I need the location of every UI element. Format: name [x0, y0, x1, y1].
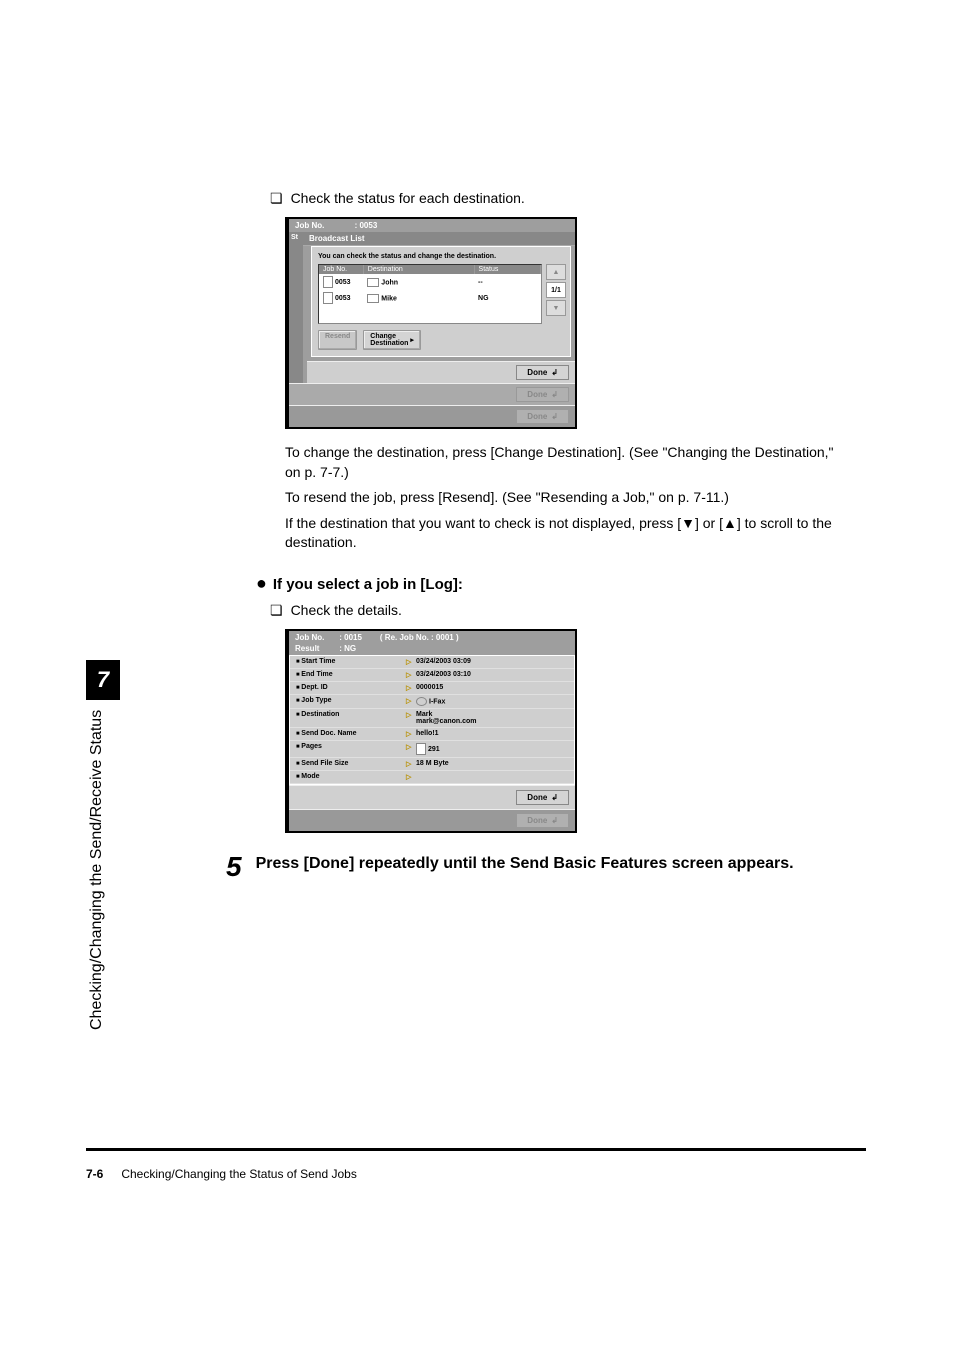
- detail-row: End Time▷03/24/2003 03:10: [290, 669, 574, 682]
- change-destination-button[interactable]: Change Destination▸: [363, 330, 421, 350]
- triangle-right-icon: ▷: [406, 760, 416, 768]
- detail-row: Destination▷Mark mark@canon.com: [290, 709, 574, 728]
- detail-key: Dept. ID: [296, 684, 406, 691]
- detail-row: Job Type▷I-Fax: [290, 695, 574, 709]
- envelope-icon: [367, 278, 379, 287]
- detail-row: Send Doc. Name▷hello!1: [290, 728, 574, 741]
- done-button-dim: Done↲: [516, 387, 569, 402]
- para-resend: To resend the job, press [Resend]. (See …: [285, 488, 840, 508]
- bullet-check-status: ❏ Check the status for each destination.: [140, 190, 840, 207]
- hdr-job-label: Job No.: [295, 633, 337, 642]
- detail-value: I-Fax: [416, 697, 568, 706]
- triangle-right-icon: ▷: [406, 711, 416, 719]
- triangle-right-icon: ▷: [406, 671, 416, 679]
- detail-key: End Time: [296, 671, 406, 678]
- hdr-result-value: : NG: [339, 644, 356, 653]
- ss1-jobno-label: Job No.: [295, 221, 324, 230]
- ifax-icon: [416, 697, 427, 706]
- return-icon: ↲: [551, 793, 558, 802]
- scroll-down-button[interactable]: ▼: [546, 300, 566, 316]
- job-details-screenshot: Job No. : 0015 ( Re. Job No. : 0001 ) Re…: [285, 629, 840, 833]
- hdr-job-value: : 0015: [339, 633, 362, 642]
- detail-value: 0000015: [416, 684, 568, 691]
- triangle-right-icon: ▷: [406, 743, 416, 751]
- detail-key: Pages: [296, 743, 406, 750]
- broadcast-list-screenshot: Job No. : 0053 St Broadcast List You can…: [285, 217, 840, 429]
- detail-row: Send File Size▷18 M Byte: [290, 758, 574, 771]
- square-bullet-icon: ❏: [270, 190, 283, 207]
- col-jobno: Job No.: [319, 265, 363, 274]
- square-bullet-icon: ❏: [270, 602, 283, 619]
- footer-title: Checking/Changing the Status of Send Job…: [121, 1167, 357, 1181]
- scroll-counter: 1/1: [546, 282, 566, 298]
- triangle-right-icon: ▷: [406, 730, 416, 738]
- col-destination: Destination: [363, 265, 474, 274]
- bullet-text: Check the details.: [291, 602, 402, 618]
- para-change-destination: To change the destination, press [Change…: [285, 443, 840, 482]
- ss1-table: Job No. Destination Status 0053 John --: [318, 264, 542, 324]
- ss1-jobno-value: : 0053: [355, 221, 378, 230]
- triangle-down-icon: ▼: [681, 515, 695, 531]
- document-icon: [323, 276, 333, 288]
- done-button-dim: Done↲: [516, 409, 569, 424]
- detail-row: Start Time▷03/24/2003 03:09: [290, 656, 574, 669]
- done-button-dim: Done↲: [516, 813, 569, 828]
- page-number: 7-6: [86, 1167, 103, 1181]
- detail-value: 03/24/2003 03:09: [416, 658, 568, 665]
- detail-key: Destination: [296, 711, 406, 718]
- document-icon: [323, 292, 333, 304]
- hdr-re-label: ( Re. Job No.: [380, 633, 429, 642]
- bullet-dot-icon: ●: [256, 573, 267, 593]
- ss1-subheader: Broadcast List: [303, 232, 575, 246]
- bullet-check-details: ❏ Check the details.: [140, 602, 840, 619]
- step-number-5: 5: [226, 853, 242, 881]
- envelope-icon: [367, 294, 379, 303]
- detail-value: 18 M Byte: [416, 760, 568, 767]
- detail-key: Send File Size: [296, 760, 406, 767]
- return-icon: ↲: [551, 368, 558, 377]
- detail-row: Dept. ID▷0000015: [290, 682, 574, 695]
- triangle-right-icon: ▷: [406, 658, 416, 666]
- ss1-sub-tab: St: [289, 232, 303, 383]
- col-status: Status: [474, 265, 540, 274]
- detail-value: 03/24/2003 03:10: [416, 671, 568, 678]
- hdr-re-value: : 0001 ): [431, 633, 459, 642]
- chevron-right-icon: ▸: [410, 336, 414, 344]
- step-5-text: Press [Done] repeatedly until the Send B…: [256, 853, 794, 875]
- triangle-right-icon: ▷: [406, 684, 416, 692]
- table-row[interactable]: 0053 John --: [319, 274, 541, 290]
- detail-value: hello!1: [416, 730, 568, 737]
- detail-row: Mode▷: [290, 771, 574, 784]
- detail-value: Mark mark@canon.com: [416, 711, 568, 725]
- scroll-up-button[interactable]: ▲: [546, 264, 566, 280]
- triangle-up-icon: ▲: [723, 515, 737, 531]
- triangle-right-icon: ▷: [406, 773, 416, 781]
- triangle-right-icon: ▷: [406, 697, 416, 705]
- hdr-result-label: Result: [295, 644, 337, 653]
- para-scroll: If the destination that you want to chec…: [285, 514, 840, 553]
- detail-key: Start Time: [296, 658, 406, 665]
- resend-button[interactable]: Resend: [318, 330, 357, 350]
- table-row[interactable]: 0053 Mike NG: [319, 290, 541, 306]
- footer: 7-6 Checking/Changing the Status of Send…: [86, 1167, 357, 1181]
- subheading-log: ●If you select a job in [Log]:: [256, 573, 840, 594]
- ss1-hint: You can check the status and change the …: [318, 253, 564, 260]
- detail-key: Send Doc. Name: [296, 730, 406, 737]
- page-icon: [416, 743, 426, 755]
- done-button[interactable]: Done↲: [516, 790, 569, 805]
- bullet-text: Check the status for each destination.: [291, 190, 525, 206]
- detail-key: Job Type: [296, 697, 406, 704]
- detail-value: 291: [416, 743, 568, 755]
- footer-rule: [86, 1148, 866, 1151]
- detail-row: Pages▷291: [290, 741, 574, 758]
- chapter-tab: 7: [86, 660, 120, 700]
- sidebar-vertical-label: Checking/Changing the Send/Receive Statu…: [88, 710, 106, 1030]
- done-button[interactable]: Done↲: [516, 365, 569, 380]
- detail-key: Mode: [296, 773, 406, 780]
